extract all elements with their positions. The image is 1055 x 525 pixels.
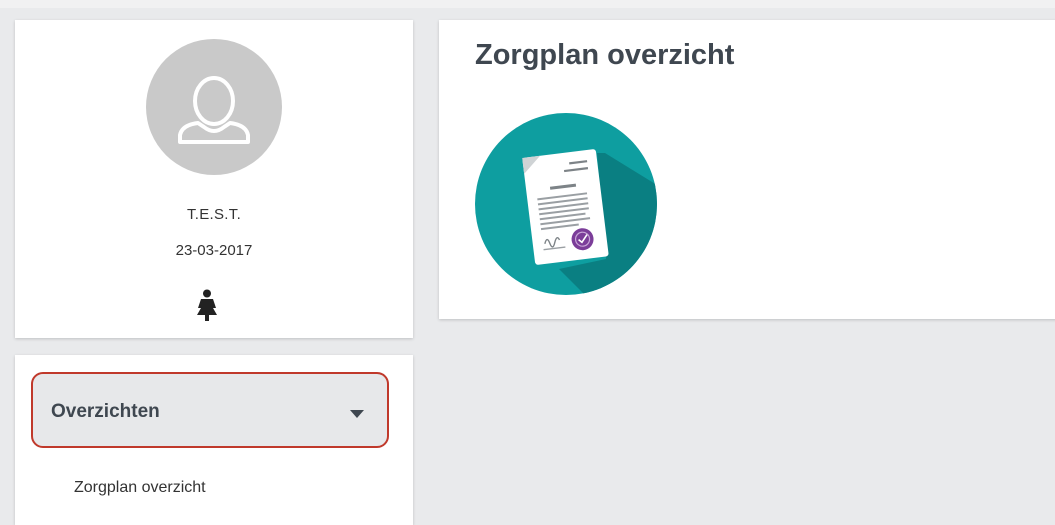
female-person-icon bbox=[197, 289, 217, 321]
profile-card: T.E.S.T. 23-03-2017 bbox=[15, 20, 413, 338]
accordion-label: Overzichten bbox=[51, 401, 160, 422]
top-strip bbox=[0, 0, 1055, 8]
profile-date: 23-03-2017 bbox=[175, 242, 253, 259]
caret-down-icon bbox=[350, 410, 364, 418]
overzichten-accordion[interactable]: Overzichten bbox=[31, 372, 389, 448]
signed-document-icon[interactable] bbox=[475, 113, 657, 295]
profile-name: T.E.S.T. bbox=[186, 206, 242, 223]
menu-item-zorgplan-overzicht[interactable]: Zorgplan overzicht bbox=[74, 479, 206, 497]
page-title: Zorgplan overzicht bbox=[475, 39, 735, 71]
user-silhouette-icon bbox=[146, 39, 282, 175]
navigation-menu: Overzichten Zorgplan overzicht bbox=[15, 355, 413, 525]
content-panel: Zorgplan overzicht bbox=[439, 20, 1055, 319]
